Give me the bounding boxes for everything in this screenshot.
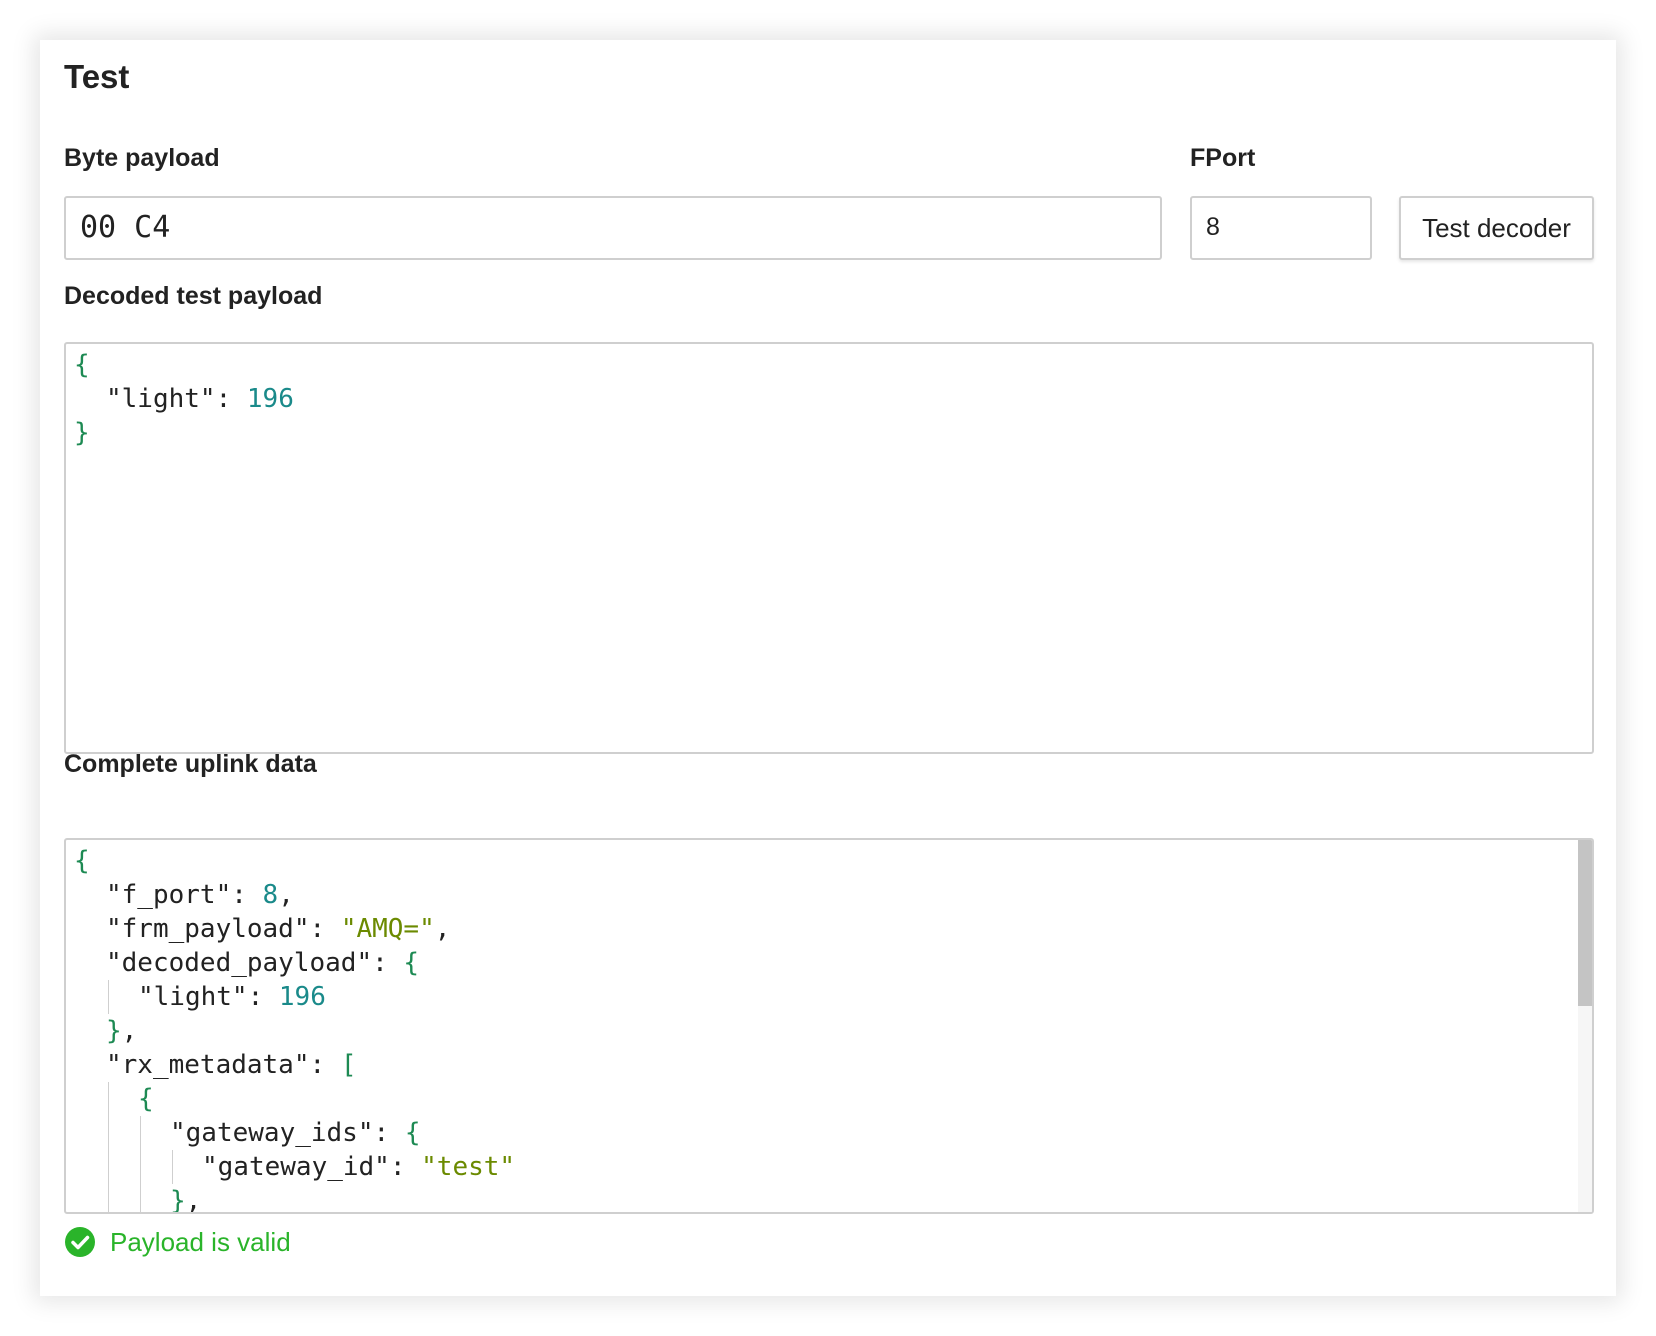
code-token: "light": [106,384,247,414]
byte-payload-input[interactable]: 00 C4 [64,196,1162,260]
code-line: { [74,348,294,382]
code-token: } [74,418,90,448]
scrollbar-thumb[interactable] [1578,840,1592,1006]
code-line: { [74,1082,515,1116]
code-line: }, [106,1016,138,1046]
fport-input[interactable]: 8 [1190,196,1372,260]
uplink-data-label: Complete uplink data [64,750,317,778]
code-line: "gateway_id": "test" [74,1150,515,1184]
code-line: "light": 196 [74,980,515,1014]
code-line: "rx_metadata": [ [106,1050,357,1080]
scrollbar-track[interactable] [1578,840,1592,1212]
test-card: Test Byte payload 00 C4 FPort 8 Test dec… [40,40,1616,1296]
uplink-data-editor[interactable]: { "f_port": 8, "frm_payload": "AMQ=", "d… [64,838,1594,1214]
code-token: 196 [246,384,294,414]
code-line: "gateway_ids": { [74,1116,515,1150]
test-decoder-button[interactable]: Test decoder [1399,196,1594,260]
fport-value: 8 [1206,213,1220,241]
code-line: "light": 196 [74,382,294,416]
decoded-payload-label: Decoded test payload [64,282,323,310]
card-title: Test [64,58,130,95]
code-line: "f_port": 8, [106,880,294,910]
code-line: } [74,416,294,450]
code-line: "frm_payload": "AMQ=", [106,914,451,944]
code-line: { [74,846,90,876]
code-line: }, [74,1184,515,1212]
byte-payload-label: Byte payload [64,144,220,172]
byte-payload-value: 00 C4 [80,210,171,245]
decoded-payload-editor[interactable]: { "light": 196 } [64,342,1594,754]
check-circle-icon [65,1227,95,1257]
fport-label: FPort [1190,144,1256,172]
code-token: { [74,350,90,380]
code-line: "decoded_payload": { [106,948,420,978]
status-message: Payload is valid [110,1226,291,1257]
validation-status: Payload is valid [64,1226,291,1258]
